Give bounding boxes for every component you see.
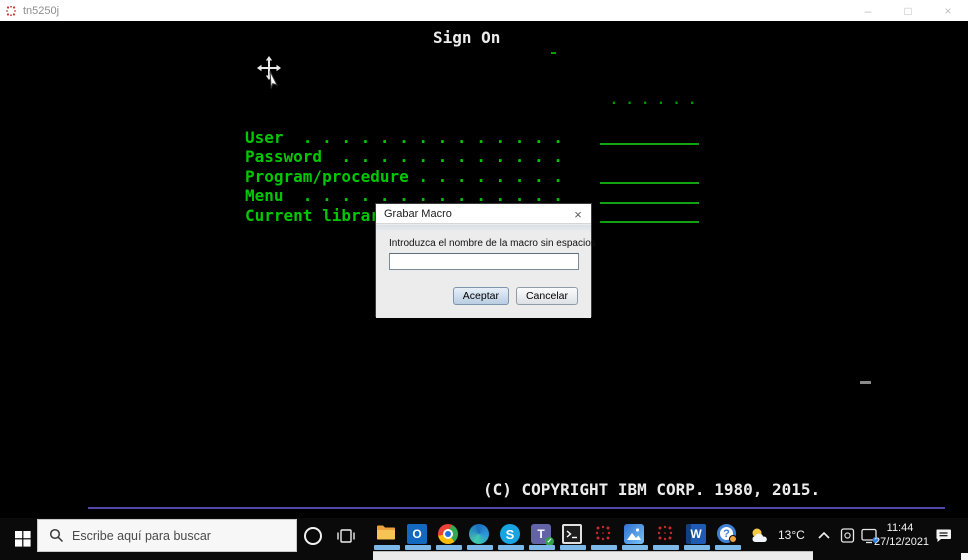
help-icon: ? [717, 524, 736, 543]
phone-link-tray-icon[interactable] [839, 527, 856, 544]
field-label-password: Password . . . . . . . . . . . . [245, 149, 563, 165]
move-cursor [256, 56, 284, 90]
field-label-user: User . . . . . . . . . . . . . . [245, 130, 563, 146]
running-indicator [653, 545, 679, 550]
close-button[interactable]: × [928, 0, 968, 21]
window-title: tn5250j [23, 5, 59, 17]
status-separator-line [88, 507, 945, 509]
terminal-cursor-dash [860, 381, 871, 384]
maximize-button[interactable]: □ [888, 0, 928, 21]
running-indicator [591, 545, 617, 550]
help-notification-badge [729, 535, 737, 543]
outlook-icon: O [407, 524, 427, 544]
weather-cloud-icon [748, 526, 774, 543]
chrome-icon [438, 524, 458, 544]
taskbar-app-tn5250j-2[interactable] [655, 524, 677, 546]
running-indicator [374, 545, 400, 550]
weather-widget[interactable]: 13°C [748, 526, 805, 543]
input-field-library[interactable] [600, 221, 699, 223]
running-indicator [622, 545, 648, 550]
photos-icon [624, 524, 644, 544]
taskbar-app-teams[interactable]: T ✓ [531, 524, 553, 546]
task-view-icon[interactable] [335, 525, 357, 547]
clock-date: 27/12/2021 [874, 535, 926, 549]
taskbar-app-chrome[interactable] [438, 524, 460, 546]
start-button[interactable] [8, 522, 38, 556]
taskbar-app-photos[interactable] [624, 524, 646, 546]
running-indicator [715, 545, 741, 550]
tn5250j-icon [655, 524, 675, 544]
clock-time: 11:44 [874, 521, 926, 535]
copyright-line: (C) COPYRIGHT IBM CORP. 1980, 2015. [483, 482, 820, 498]
cortana-icon[interactable] [304, 527, 322, 545]
running-indicator [405, 545, 431, 550]
input-field-program[interactable] [600, 182, 699, 184]
screen: tn5250j – □ × Sign On . . . . . . User .… [0, 0, 968, 560]
taskbar-app-skype[interactable]: S [500, 524, 522, 546]
teams-icon: T ✓ [531, 524, 551, 544]
dialog-message: Introduzca el nombre de la macro sin esp… [389, 238, 596, 249]
skype-icon: S [500, 524, 520, 544]
taskbar-app-get-help[interactable]: ? [717, 524, 739, 546]
field-label-menu: Menu . . . . . . . . . . . . . . [245, 188, 563, 204]
dialog-titlebar[interactable]: Grabar Macro × [376, 204, 591, 224]
minimize-button[interactable]: – [848, 0, 888, 21]
taskbar-app-edge[interactable] [469, 524, 491, 546]
background-window-sliver [373, 551, 813, 560]
tn5250j-icon [593, 524, 613, 544]
input-field-user[interactable] [600, 143, 699, 145]
running-indicator [436, 545, 462, 550]
weather-temp: 13°C [778, 528, 805, 542]
field-label-program: Program/procedure . . . . . . . . [245, 169, 563, 185]
running-indicator [467, 545, 493, 550]
windows-logo-icon [15, 531, 31, 547]
running-indicator [498, 545, 524, 550]
tn5250j-app-icon [5, 5, 17, 17]
input-field-menu[interactable] [600, 202, 699, 204]
taskbar-app-file-explorer[interactable] [376, 524, 398, 546]
action-center-icon[interactable] [934, 527, 953, 545]
taskbar-app-tn5250j[interactable] [593, 524, 615, 546]
dialog-close-icon[interactable]: × [569, 204, 587, 224]
file-explorer-icon [376, 524, 396, 541]
window-titlebar: tn5250j – □ × [0, 0, 968, 21]
taskbar-clock[interactable]: 11:44 27/12/2021 [874, 521, 926, 549]
search-icon [49, 528, 64, 543]
running-indicator [529, 545, 555, 550]
taskbar-app-word[interactable]: W [686, 524, 708, 546]
dialog-title: Grabar Macro [384, 208, 452, 220]
signon-title: Sign On [433, 30, 500, 46]
taskbar-app-terminal[interactable] [562, 524, 584, 546]
tray-chevron-up-icon[interactable] [817, 530, 831, 540]
word-icon: W [686, 524, 706, 544]
running-indicator [684, 545, 710, 550]
terminal-icon [562, 524, 582, 544]
corner-sliver [961, 553, 968, 560]
macro-name-input[interactable] [389, 253, 579, 270]
taskbar-search-input[interactable]: Escribe aquí para buscar [37, 519, 297, 552]
taskbar-app-outlook[interactable]: O [407, 524, 429, 546]
cancelar-button[interactable]: Cancelar [516, 287, 578, 305]
dialog-body: Introduzca el nombre de la macro sin esp… [376, 225, 591, 318]
grabar-macro-dialog: Grabar Macro × Introduzca el nombre de l… [375, 203, 592, 317]
running-indicator [560, 545, 586, 550]
terminal-dots-row: . . . . . . [610, 93, 696, 109]
search-placeholder: Escribe aquí para buscar [72, 529, 211, 543]
terminal-artifact-dash [551, 52, 556, 54]
edge-icon [469, 524, 489, 544]
aceptar-button[interactable]: Aceptar [453, 287, 509, 305]
